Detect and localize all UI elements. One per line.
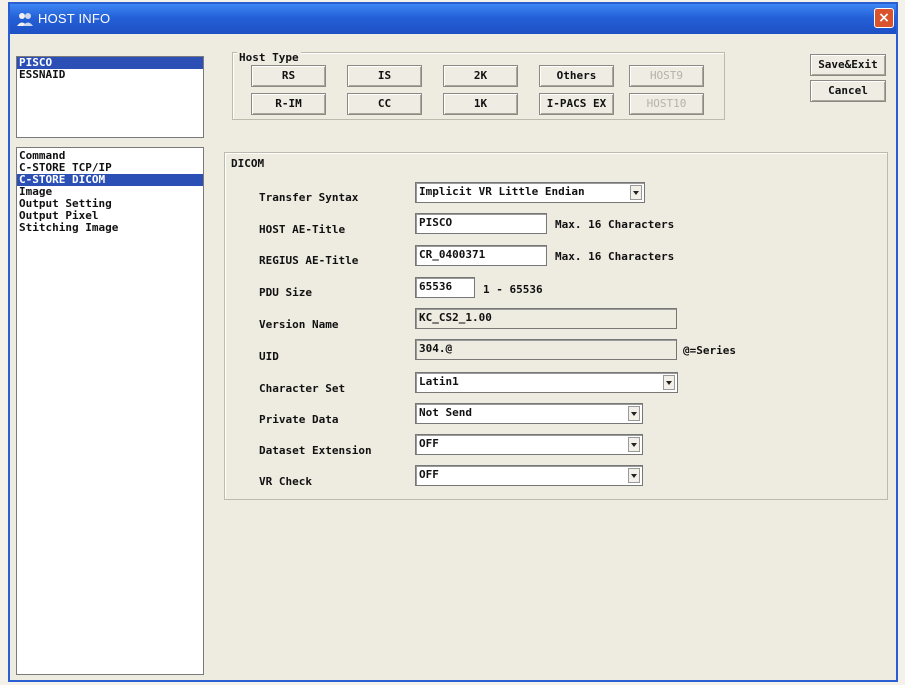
regius-ae-title-hint: Max. 16 Characters <box>555 250 675 263</box>
save-exit-button[interactable]: Save&Exit <box>810 54 886 76</box>
version-name-field: KC_CS2_1.00 <box>415 308 677 329</box>
character-set-select[interactable]: Latin1 <box>415 372 678 393</box>
host-type-label: Host Type <box>237 51 301 64</box>
regius-ae-title-input[interactable]: CR_0400371 <box>415 245 547 266</box>
host-type-cc-button[interactable]: CC <box>347 93 422 115</box>
host-type-1k-button[interactable]: 1K <box>443 93 518 115</box>
pdu-size-range: 1 - 65536 <box>483 283 543 296</box>
pdu-size-label: PDU Size <box>259 286 312 299</box>
regius-ae-title-label: REGIUS AE-Title <box>259 254 359 267</box>
cancel-button[interactable]: Cancel <box>810 80 886 102</box>
character-set-value: Latin1 <box>419 375 459 388</box>
settings-menu-list[interactable]: Command C-STORE TCP/IP C-STORE DICOM Ima… <box>16 147 204 675</box>
dicom-group: DICOM Transfer Syntax Implicit VR Little… <box>224 152 888 500</box>
private-data-select[interactable]: Not Send <box>415 403 643 424</box>
host-type-others-button[interactable]: Others <box>539 65 614 87</box>
chevron-down-icon[interactable] <box>663 375 675 390</box>
host-type-rim-button[interactable]: R-IM <box>251 93 326 115</box>
title-bar[interactable]: HOST INFO × <box>10 4 896 34</box>
host-type-host9-button[interactable]: HOST9 <box>629 65 704 87</box>
menu-item-stitching-image[interactable]: Stitching Image <box>17 222 203 234</box>
host-type-rs-button[interactable]: RS <box>251 65 326 87</box>
host-type-ipacs-ex-button[interactable]: I-PACS EX <box>539 93 614 115</box>
host-people-icon <box>17 13 33 26</box>
host-info-window: HOST INFO × PISCO ESSNAID Command C-STOR… <box>8 2 898 682</box>
transfer-syntax-value: Implicit VR Little Endian <box>419 185 585 198</box>
private-data-label: Private Data <box>259 413 339 426</box>
host-ae-title-label: HOST AE-Title <box>259 223 346 236</box>
chevron-down-icon[interactable] <box>628 468 640 483</box>
dicom-label: DICOM <box>229 157 267 170</box>
private-data-value: Not Send <box>419 406 472 419</box>
vr-check-value: OFF <box>419 468 439 481</box>
host-ae-title-input[interactable]: PISCO <box>415 213 547 234</box>
host-type-host10-button[interactable]: HOST10 <box>629 93 704 115</box>
host-list-item[interactable]: ESSNAID <box>17 69 203 81</box>
transfer-syntax-select[interactable]: Implicit VR Little Endian <box>415 182 645 203</box>
vr-check-select[interactable]: OFF <box>415 465 643 486</box>
vr-check-label: VR Check <box>259 475 312 488</box>
host-list[interactable]: PISCO ESSNAID <box>16 56 204 138</box>
uid-field: 304.@ <box>415 339 677 360</box>
host-type-group: Host Type RS IS 2K Others HOST9 R-IM CC … <box>232 51 725 120</box>
chevron-down-icon[interactable] <box>628 437 640 452</box>
window-title: HOST INFO <box>38 11 111 26</box>
uid-hint: @=Series <box>683 344 736 357</box>
chevron-down-icon[interactable] <box>630 185 642 200</box>
version-name-label: Version Name <box>259 318 339 331</box>
host-type-is-button[interactable]: IS <box>347 65 422 87</box>
close-icon[interactable]: × <box>874 8 894 28</box>
host-ae-title-hint: Max. 16 Characters <box>555 218 675 231</box>
transfer-syntax-label: Transfer Syntax <box>259 191 359 204</box>
host-type-2k-button[interactable]: 2K <box>443 65 518 87</box>
pdu-size-input[interactable]: 65536 <box>415 277 475 298</box>
chevron-down-icon[interactable] <box>628 406 640 421</box>
dataset-extension-label: Dataset Extension <box>259 444 372 457</box>
dataset-extension-value: OFF <box>419 437 439 450</box>
dataset-extension-select[interactable]: OFF <box>415 434 643 455</box>
uid-label: UID <box>259 350 279 363</box>
character-set-label: Character Set <box>259 382 346 395</box>
